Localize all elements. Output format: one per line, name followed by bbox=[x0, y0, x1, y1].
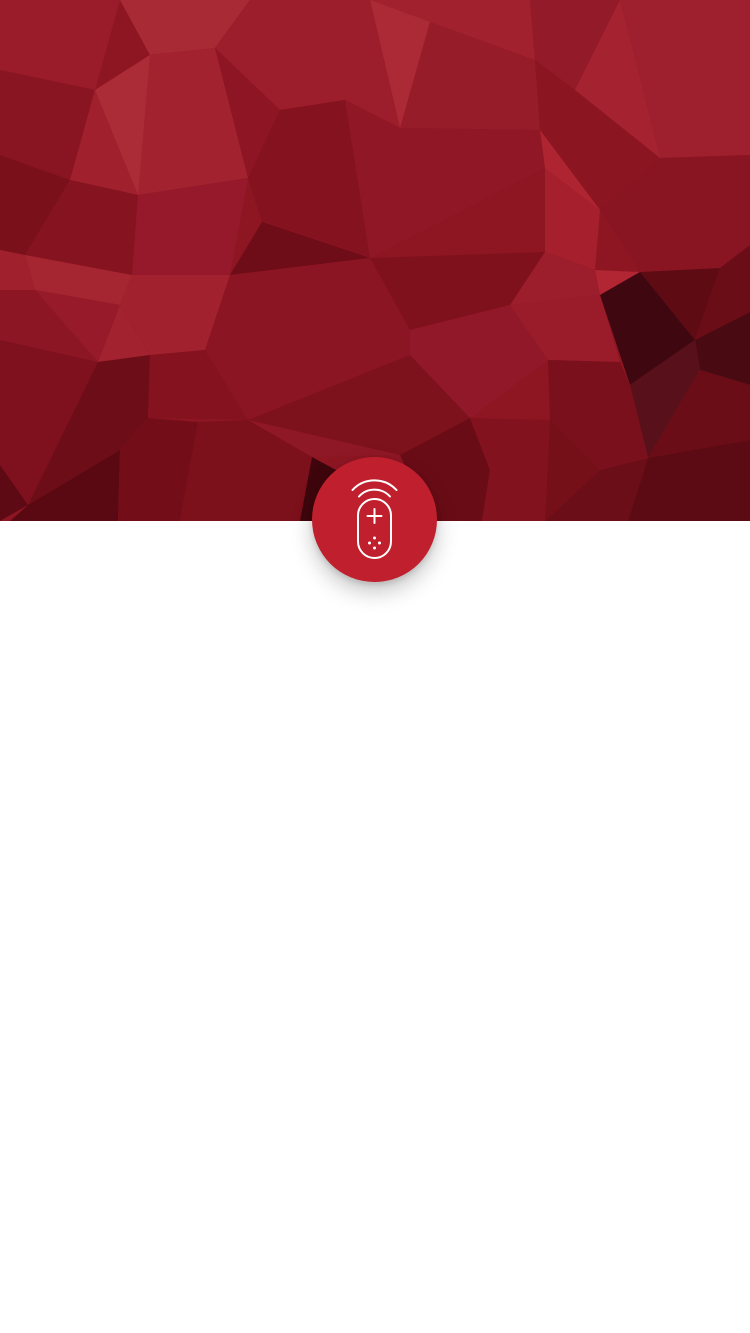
content-area bbox=[0, 521, 750, 1333]
remote-control-icon bbox=[351, 479, 398, 559]
app-screen bbox=[0, 0, 750, 1333]
app-logo-badge bbox=[312, 457, 437, 582]
hero-banner bbox=[0, 0, 750, 521]
low-poly-background bbox=[0, 0, 750, 521]
